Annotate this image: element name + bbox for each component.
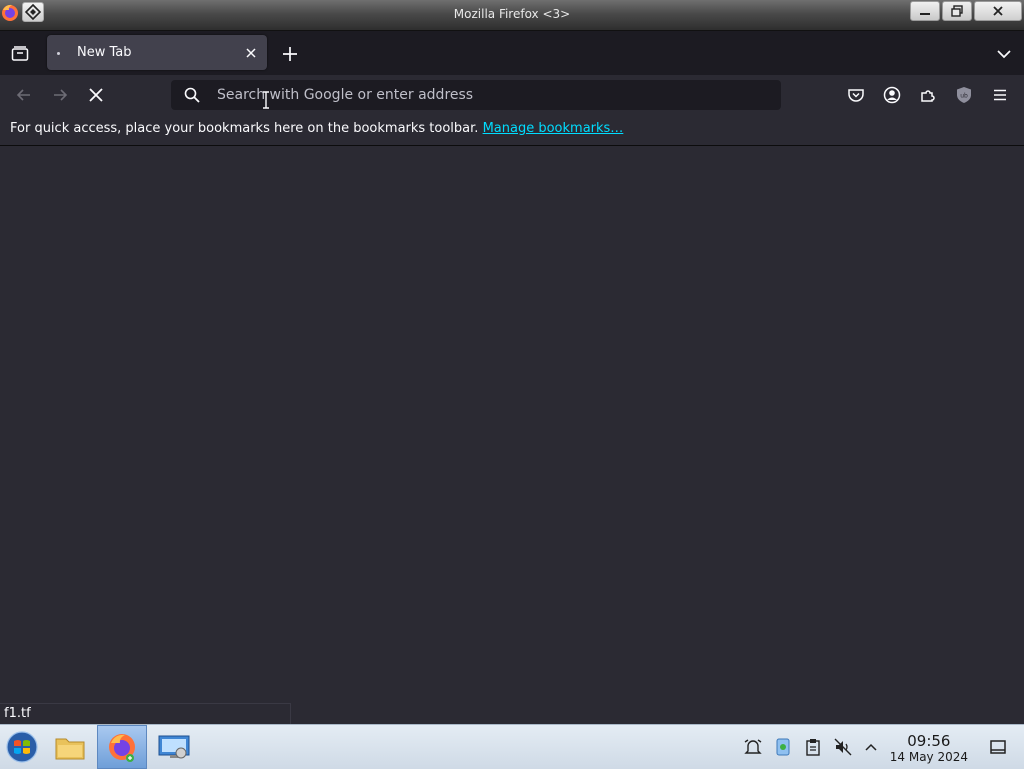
notifications-icon[interactable] [743, 737, 763, 757]
file-manager-icon[interactable] [50, 725, 90, 769]
updater-icon[interactable] [773, 737, 793, 757]
window-titlebar: Mozilla Firefox <3> [0, 0, 1024, 31]
minimize-icon[interactable] [910, 1, 940, 21]
page-content [0, 146, 1024, 724]
close-icon[interactable] [974, 1, 1022, 21]
bookmarks-hint-text: For quick access, place your bookmarks h… [10, 121, 479, 136]
show-desktop-icon[interactable] [988, 737, 1008, 757]
navigation-toolbar: ub [0, 75, 1024, 115]
tab-favicon-dot [57, 52, 60, 55]
tray-expand-icon[interactable] [861, 737, 881, 757]
list-all-tabs-icon[interactable] [994, 44, 1014, 64]
taskbar-clock[interactable]: 09:56 14 May 2024 [890, 732, 968, 765]
system-settings-icon[interactable] [153, 725, 195, 769]
firefox-taskbar-icon[interactable] [97, 725, 147, 769]
url-input[interactable] [217, 80, 757, 110]
text-cursor-icon [262, 86, 270, 114]
window-controls [910, 1, 1022, 21]
start-menu-icon[interactable] [0, 725, 44, 769]
pocket-icon[interactable] [846, 85, 866, 105]
clock-date: 14 May 2024 [889, 750, 968, 764]
tab-list-icon[interactable] [10, 44, 30, 64]
maximize-icon[interactable] [942, 1, 972, 21]
search-icon [183, 86, 201, 104]
clipboard-icon[interactable] [803, 737, 823, 757]
ublock-icon[interactable]: ub [954, 85, 974, 105]
bookmarks-empty-message: For quick access, place your bookmarks h… [10, 121, 623, 136]
window-title: Mozilla Firefox <3> [453, 7, 571, 21]
svg-text:ub: ub [960, 93, 968, 100]
tab-close-icon[interactable] [243, 45, 259, 61]
manage-bookmarks-link[interactable]: Manage bookmarks… [483, 121, 624, 136]
volume-muted-icon[interactable] [833, 737, 853, 757]
back-icon[interactable] [14, 85, 34, 105]
stop-icon[interactable] [86, 85, 106, 105]
extensions-icon[interactable] [918, 85, 938, 105]
account-icon[interactable] [882, 85, 902, 105]
clock-time: 09:56 [907, 732, 951, 750]
tab-strip: New Tab [0, 31, 1024, 75]
bookmarks-toolbar: For quick access, place your bookmarks h… [0, 115, 1024, 146]
taskbar: 09:56 14 May 2024 [0, 724, 1024, 769]
tab-label: New Tab [77, 45, 132, 60]
new-tab-icon[interactable] [280, 44, 300, 64]
status-link-preview: f1.tf [0, 703, 291, 724]
menu-icon[interactable] [990, 85, 1010, 105]
forward-icon[interactable] [50, 85, 70, 105]
tab-new-tab[interactable]: New Tab [47, 35, 267, 70]
